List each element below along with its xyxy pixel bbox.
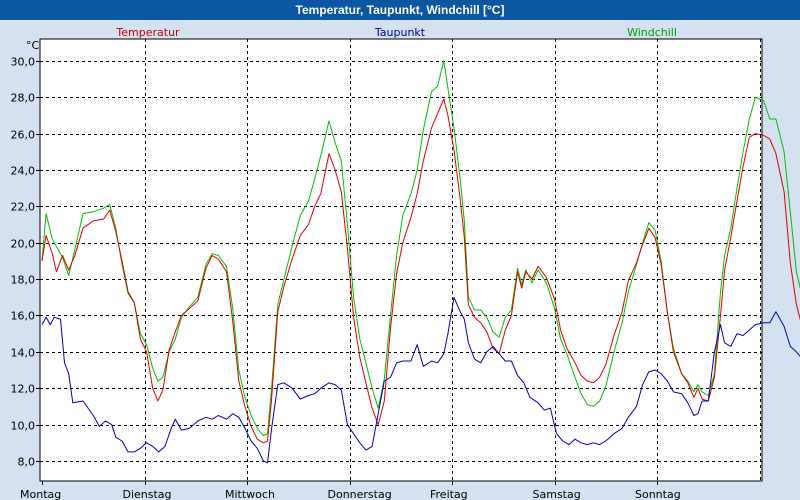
x-tick-label-day: Freitag xyxy=(430,488,468,500)
legend-windchill: Windchill xyxy=(627,26,677,39)
x-tick-label-day: Samstag xyxy=(533,488,581,500)
y-tick-label: 16,0 xyxy=(11,310,36,323)
legend-taupunkt: Taupunkt xyxy=(374,26,426,39)
plot-area xyxy=(39,38,763,482)
y-tick-label: 30,0 xyxy=(11,56,36,69)
x-tick-label-day: Mittwoch xyxy=(225,488,275,500)
line-chart: 30,0 28,0 26,0 24,0 22,0 20,0 18,0 16,0 14,0 12,0… xyxy=(0,20,800,500)
y-tick-label: 26,0 xyxy=(11,129,36,142)
x-tick-label-day: Montag xyxy=(20,488,61,500)
x-tick-label-day: Dienstag xyxy=(123,488,172,500)
y-tick-label: 8,0 xyxy=(18,456,36,469)
y-tick-label: 12,0 xyxy=(11,383,36,396)
y-tick-label: 28,0 xyxy=(11,92,36,105)
y-tick-label: 10,0 xyxy=(11,420,36,433)
window-title: Temperatur, Taupunkt, Windchill [°C] xyxy=(0,0,800,20)
x-tick-label-day: Donnerstag xyxy=(328,488,392,500)
y-axis-unit: °C xyxy=(26,39,40,52)
y-tick-label: 18,0 xyxy=(11,274,36,287)
y-tick-label: 14,0 xyxy=(11,347,36,360)
y-tick-label: 22,0 xyxy=(11,201,36,214)
y-tick-label: 24,0 xyxy=(11,165,36,178)
legend-temperatur: Temperatur xyxy=(115,26,180,39)
x-tick-label-day: Sonntag xyxy=(635,488,681,500)
y-tick-label: 20,0 xyxy=(11,238,36,251)
